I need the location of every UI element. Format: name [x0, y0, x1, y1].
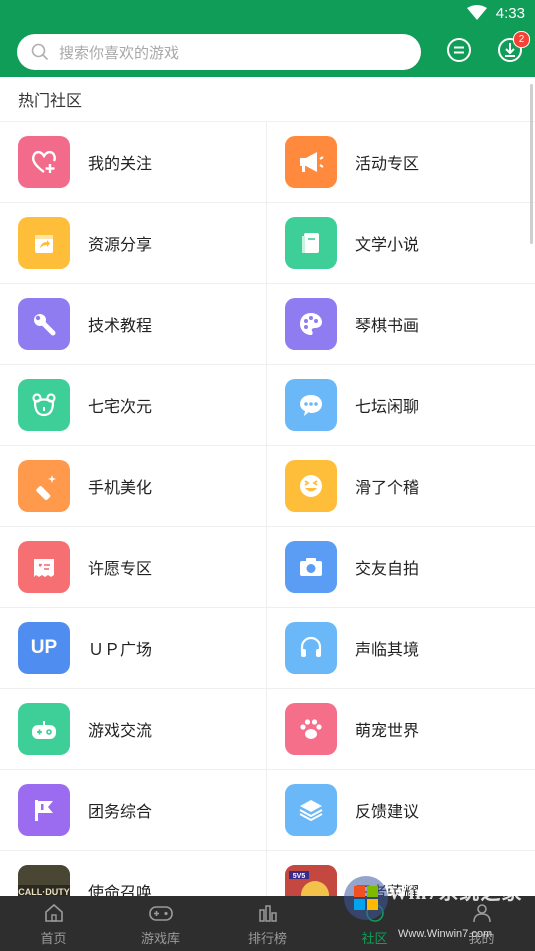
wifi-icon: [467, 5, 487, 25]
community-item[interactable]: 5V5 王者荣耀: [267, 851, 534, 896]
scrollbar[interactable]: [530, 84, 533, 244]
community-label: ＵＰ广场: [88, 640, 153, 659]
game-cover-icon: CALL·DUTY: [18, 865, 70, 896]
headphones-icon: [285, 622, 337, 674]
up-icon-text: UP: [30, 637, 58, 658]
community-item[interactable]: 我的关注: [0, 122, 267, 202]
community-icon: [364, 901, 386, 925]
community-item[interactable]: UP ＵＰ广场: [0, 608, 267, 688]
share-box-icon: [18, 217, 70, 269]
wrench-icon: [18, 298, 70, 350]
search-input[interactable]: 搜索你喜欢的游戏: [17, 34, 421, 70]
flag-icon: [18, 784, 70, 836]
tab-label: 游戏库: [140, 931, 180, 947]
community-label: 萌宠世界: [355, 721, 420, 740]
ticket-icon: [18, 541, 70, 593]
community-item[interactable]: 七坛闲聊: [267, 365, 534, 445]
paw-icon: [285, 703, 337, 755]
community-item[interactable]: 技术教程: [0, 284, 267, 364]
search-placeholder: 搜索你喜欢的游戏: [59, 43, 180, 62]
community-label: 文学小说: [355, 235, 420, 254]
search-icon: [31, 43, 49, 61]
home-icon: [43, 901, 65, 925]
message-button[interactable]: [443, 36, 475, 68]
laugh-face-icon: [285, 460, 337, 512]
status-bar: 4:33: [0, 0, 535, 28]
user-icon: [471, 901, 493, 925]
bottom-tab-bar: 首页 游戏库 排行榜 社区 我的: [0, 896, 535, 951]
community-item[interactable]: 声临其境: [267, 608, 534, 688]
gamepad-icon: [18, 703, 70, 755]
community-label: 手机美化: [88, 478, 153, 497]
bear-icon: [18, 379, 70, 431]
community-item[interactable]: 活动专区: [267, 122, 534, 202]
community-label: 团务综合: [88, 802, 153, 821]
layers-icon: [285, 784, 337, 836]
community-label: 许愿专区: [88, 559, 153, 578]
community-label: 七宅次元: [88, 397, 153, 416]
heart-plus-icon: [18, 136, 70, 188]
community-item[interactable]: 滑了个稽: [267, 446, 534, 526]
community-grid: 我的关注 活动专区 资源分享 文学小说 技术教程 琴棋书画 七宅次元 七坛闲聊 …: [0, 122, 535, 896]
community-item[interactable]: 萌宠世界: [267, 689, 534, 769]
section-title: 热门社区: [0, 77, 535, 122]
community-label: 七坛闲聊: [355, 397, 420, 416]
download-button[interactable]: 2: [494, 31, 530, 68]
community-item[interactable]: 团务综合: [0, 770, 267, 850]
status-time: 4:33: [495, 5, 525, 22]
community-label: 琴棋书画: [355, 316, 420, 335]
community-label: 王者荣耀: [355, 883, 420, 896]
community-item[interactable]: 文学小说: [267, 203, 534, 283]
message-icon: [445, 36, 473, 68]
download-badge: 2: [513, 31, 530, 48]
community-item[interactable]: CALL·DUTY 使命召唤: [0, 851, 267, 896]
app-header: 搜索你喜欢的游戏 2: [0, 28, 535, 77]
community-label: 我的关注: [88, 154, 153, 173]
community-item[interactable]: 琴棋书画: [267, 284, 534, 364]
community-item[interactable]: 交友自拍: [267, 527, 534, 607]
tab-games[interactable]: 游戏库: [107, 896, 214, 951]
community-label: 反馈建议: [355, 802, 420, 821]
community-label: 游戏交流: [88, 721, 153, 740]
ranking-icon: [257, 901, 279, 925]
megaphone-icon: [285, 136, 337, 188]
community-item[interactable]: 游戏交流: [0, 689, 267, 769]
community-item[interactable]: 七宅次元: [0, 365, 267, 445]
community-label: 滑了个稽: [355, 478, 420, 497]
game-cover-icon: 5V5: [285, 865, 337, 896]
book-icon: [285, 217, 337, 269]
community-label: 技术教程: [88, 316, 153, 335]
community-label: 使命召唤: [88, 883, 153, 896]
brush-icon: [18, 460, 70, 512]
tab-mine[interactable]: 我的: [428, 896, 535, 951]
community-item[interactable]: 反馈建议: [267, 770, 534, 850]
tab-label: 排行榜: [247, 931, 287, 947]
camera-icon: [285, 541, 337, 593]
up-icon: UP: [18, 622, 70, 674]
tab-home[interactable]: 首页: [0, 896, 107, 951]
community-item[interactable]: 许愿专区: [0, 527, 267, 607]
gamepad-icon: [148, 901, 174, 925]
community-label: 交友自拍: [355, 559, 420, 578]
tab-community[interactable]: 社区: [321, 896, 428, 951]
community-label: 资源分享: [88, 235, 153, 254]
tab-ranking[interactable]: 排行榜: [214, 896, 321, 951]
svg-text:5V5: 5V5: [293, 873, 306, 880]
tab-label: 我的: [468, 931, 495, 947]
tab-label: 社区: [361, 931, 388, 947]
community-item[interactable]: 手机美化: [0, 446, 267, 526]
chat-bubble-icon: [285, 379, 337, 431]
svg-text:CALL·DUTY: CALL·DUTY: [18, 887, 70, 896]
community-label: 活动专区: [355, 154, 420, 173]
community-item[interactable]: 资源分享: [0, 203, 267, 283]
tab-label: 首页: [40, 931, 67, 947]
community-label: 声临其境: [355, 640, 420, 659]
palette-icon: [285, 298, 337, 350]
